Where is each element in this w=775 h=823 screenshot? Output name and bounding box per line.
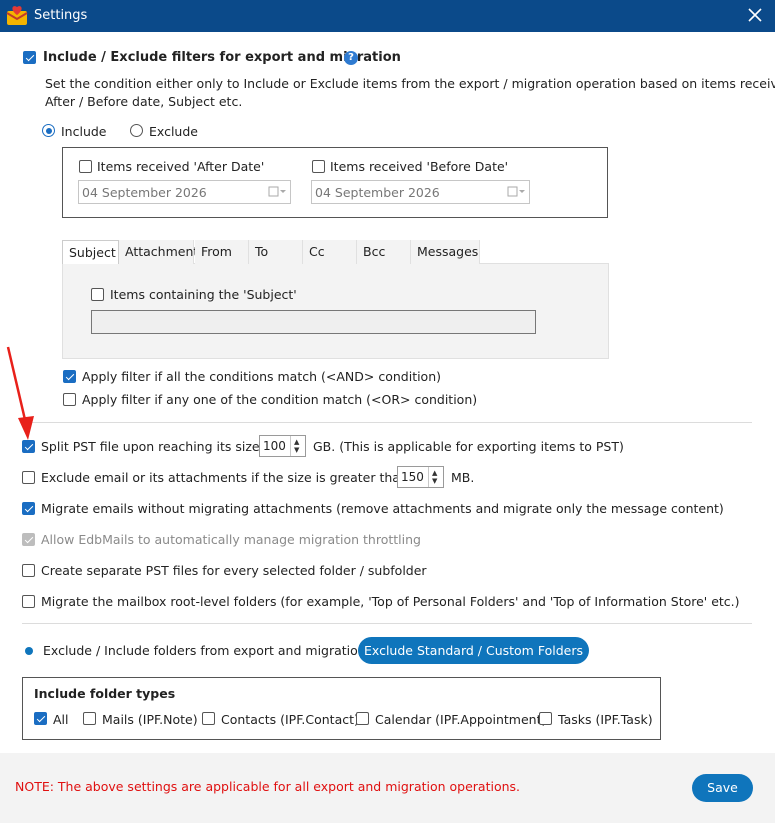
exclude-folders-button[interactable]: Exclude Standard / Custom Folders: [358, 637, 589, 664]
calendar-dropdown-icon[interactable]: [507, 186, 525, 198]
split-pst-label: Split PST file upon reaching its size: [41, 439, 260, 454]
folder-types-title: Include folder types: [34, 686, 176, 701]
tab-to[interactable]: To: [249, 240, 303, 264]
after-date-checkbox[interactable]: [79, 160, 92, 173]
tab-subject[interactable]: Subject: [62, 240, 119, 264]
root-level-checkbox[interactable]: [22, 595, 35, 608]
tab-attachment[interactable]: Attachment: [119, 240, 198, 264]
before-date-label: Items received 'Before Date': [330, 159, 509, 174]
root-level-label: Migrate the mailbox root-level folders (…: [41, 594, 740, 609]
stepper-arrows[interactable]: ▲ ▼: [428, 467, 443, 487]
folder-type-all-checkbox[interactable]: [34, 712, 47, 725]
folder-type-mails-checkbox[interactable]: [83, 712, 96, 725]
no-attachments-checkbox[interactable]: [22, 502, 35, 515]
divider: [22, 623, 752, 624]
exclude-radio-label: Exclude: [149, 124, 198, 139]
save-button[interactable]: Save: [692, 774, 753, 802]
bullet-icon: [25, 647, 33, 655]
split-pst-checkbox[interactable]: [22, 440, 35, 453]
help-icon[interactable]: ?: [344, 51, 358, 65]
split-pst-unit: GB. (This is applicable for exporting it…: [313, 439, 624, 454]
subject-label: Items containing the 'Subject': [110, 287, 297, 302]
before-date-picker[interactable]: 04 September 2026: [311, 180, 530, 204]
include-radio-label: Include: [61, 124, 107, 139]
folder-type-contacts-checkbox[interactable]: [202, 712, 215, 725]
filters-description-2: After / Before date, Subject etc.: [45, 94, 243, 109]
close-icon[interactable]: [745, 5, 765, 25]
and-condition-label: Apply filter if all the conditions match…: [82, 369, 442, 384]
filters-description-1: Set the condition either only to Include…: [45, 76, 775, 91]
separate-pst-checkbox[interactable]: [22, 564, 35, 577]
folder-type-tasks-checkbox[interactable]: [539, 712, 552, 725]
no-attachments-label: Migrate emails without migrating attachm…: [41, 501, 724, 516]
subject-checkbox[interactable]: [91, 288, 104, 301]
and-condition-checkbox[interactable]: [63, 370, 76, 383]
include-radio[interactable]: [42, 124, 55, 137]
annotation-arrow-icon: [6, 346, 34, 440]
title-bar: Settings: [0, 0, 775, 32]
exclude-size-checkbox[interactable]: [22, 471, 35, 484]
or-condition-checkbox[interactable]: [63, 393, 76, 406]
or-condition-label: Apply filter if any one of the condition…: [82, 392, 478, 407]
separate-pst-label: Create separate PST files for every sele…: [41, 563, 427, 578]
tab-cc[interactable]: Cc: [303, 240, 357, 264]
before-date-checkbox[interactable]: [312, 160, 325, 173]
divider: [22, 422, 752, 423]
folder-type-all-label: All: [53, 712, 69, 727]
after-date-value: 04 September 2026: [82, 185, 207, 200]
before-date-value: 04 September 2026: [315, 185, 440, 200]
after-date-label: Items received 'After Date': [97, 159, 265, 174]
folder-type-contacts-label: Contacts (IPF.Contact): [221, 712, 359, 727]
tab-bcc[interactable]: Bcc: [357, 240, 411, 264]
tab-messages[interactable]: Messages: [411, 240, 480, 264]
subject-input[interactable]: [91, 310, 536, 334]
stepper-arrows[interactable]: ▲ ▼: [290, 436, 305, 456]
exclude-size-unit: MB.: [451, 470, 475, 485]
app-logo-icon: [6, 6, 28, 25]
folder-type-calendar-label: Calendar (IPF.Appointment): [375, 712, 547, 727]
split-pst-size-value: 100: [263, 439, 286, 453]
note-text: NOTE: The above settings are applicable …: [15, 779, 521, 794]
exclude-size-stepper[interactable]: 150 ▲ ▼: [397, 466, 444, 488]
folder-type-tasks-label: Tasks (IPF.Task): [558, 712, 653, 727]
folders-label: Exclude / Include folders from export an…: [43, 643, 366, 658]
after-date-picker[interactable]: 04 September 2026: [78, 180, 291, 204]
split-pst-size-stepper[interactable]: 100 ▲ ▼: [259, 435, 306, 457]
folder-type-calendar-checkbox[interactable]: [356, 712, 369, 725]
exclude-radio[interactable]: [130, 124, 143, 137]
exclude-size-value: 150: [401, 470, 424, 484]
folder-type-mails-label: Mails (IPF.Note): [102, 712, 198, 727]
throttling-checkbox[interactable]: [22, 533, 35, 546]
throttling-label: Allow EdbMails to automatically manage m…: [41, 532, 421, 547]
calendar-dropdown-icon[interactable]: [268, 186, 286, 198]
filters-checkbox[interactable]: [23, 51, 36, 64]
exclude-size-label: Exclude email or its attachments if the …: [41, 470, 408, 485]
tab-from[interactable]: From: [195, 240, 249, 264]
window-title: Settings: [34, 8, 88, 23]
